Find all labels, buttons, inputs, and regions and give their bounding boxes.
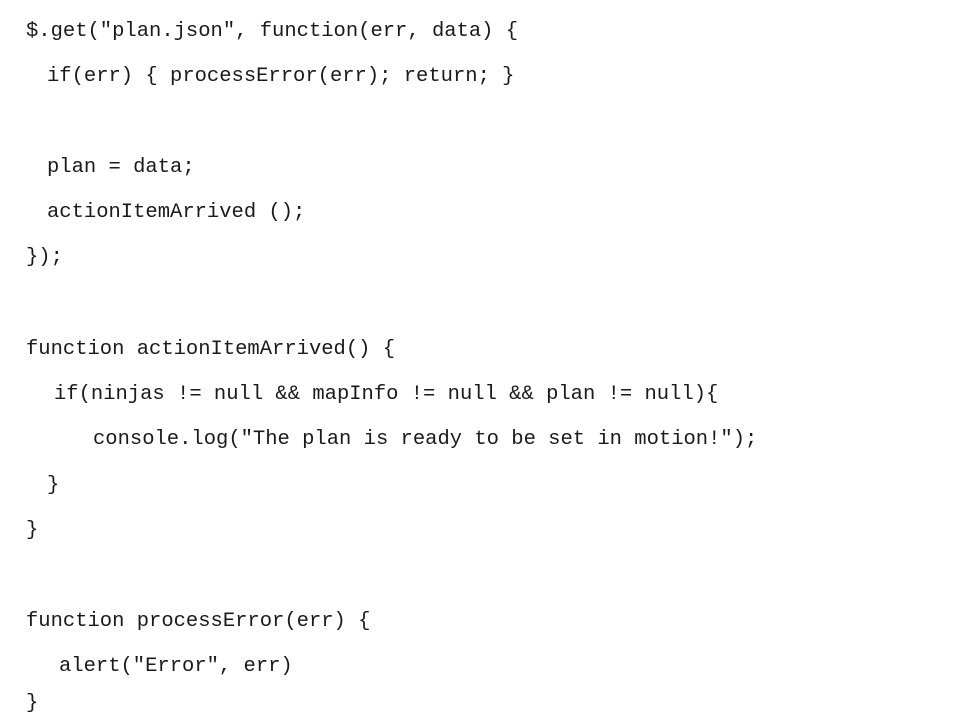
code-line-error-check: if(err) { processError(err); return; } [47,65,515,88]
code-line-error-function: function processError(err) { [26,610,371,633]
code-line-function-close: } [26,519,39,542]
code-line-null-check: if(ninjas != null && mapInfo != null && … [54,383,719,406]
code-line-action-call: actionItemArrived (); [47,201,306,224]
code-line-get-close: }); [26,246,63,269]
code-line-plan-assign: plan = data; [47,156,195,179]
code-line-console-log: console.log("The plan is ready to be set… [93,428,758,451]
code-line-if-close: } [47,474,60,497]
code-snippet: $.get("plan.json", function(err, data) {… [0,0,960,721]
code-line-alert: alert("Error", err) [59,655,293,678]
code-line-get-call: $.get("plan.json", function(err, data) { [26,20,519,43]
code-line-action-function: function actionItemArrived() { [26,338,396,361]
code-line-error-close: } [26,692,39,715]
